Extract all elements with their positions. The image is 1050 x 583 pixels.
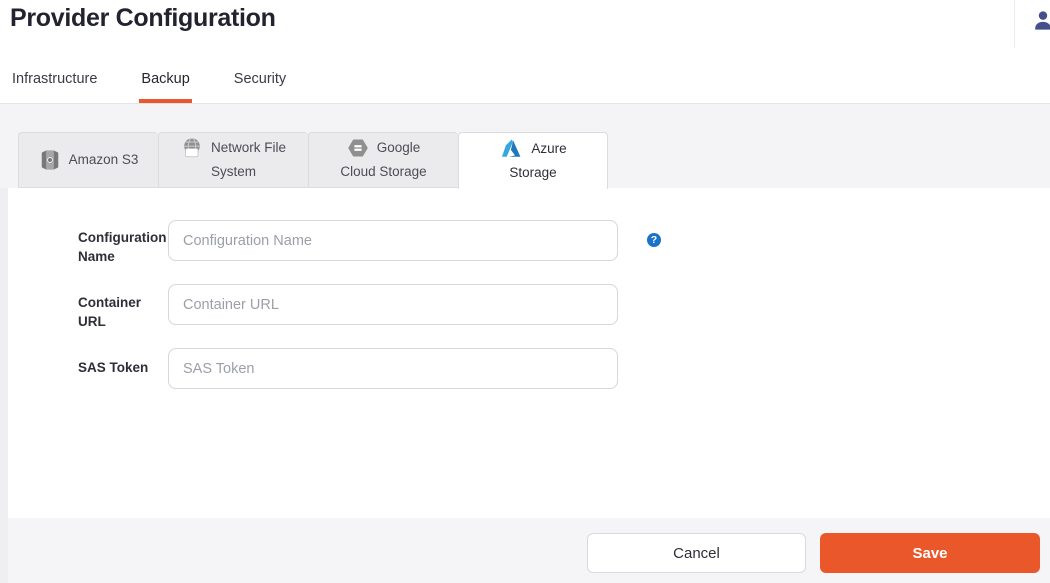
page-title: Provider Configuration (10, 4, 276, 33)
help-icon[interactable]: ? (647, 233, 661, 247)
tab-network-file-system[interactable]: Network File System (158, 132, 308, 188)
tab-label: Network File (211, 136, 286, 160)
sas-token-label: SAS Token (78, 358, 162, 377)
top-nav-tabs: Infrastructure Backup Security (10, 71, 288, 103)
nav-tab-backup[interactable]: Backup (139, 71, 191, 103)
container-url-input[interactable] (168, 284, 618, 325)
tab-label: Google (377, 136, 421, 160)
container-url-label: Container URL (78, 293, 162, 331)
cancel-button[interactable]: Cancel (587, 533, 806, 573)
configuration-name-input[interactable] (168, 220, 618, 261)
provider-tabs: Amazon S3 Network File System (18, 132, 608, 189)
network-file-system-icon (181, 137, 203, 159)
user-account-icon[interactable] (1032, 9, 1050, 31)
nav-tab-security[interactable]: Security (232, 71, 288, 103)
tab-label: Amazon S3 (69, 148, 139, 172)
provider-configuration-page: Provider Configuration Infrastructure Ba… (0, 0, 1050, 583)
tab-label: Azure (531, 137, 566, 161)
nav-tab-infrastructure[interactable]: Infrastructure (10, 71, 99, 103)
header-divider (1014, 0, 1015, 48)
tab-google-cloud-storage[interactable]: Google Cloud Storage (308, 132, 458, 188)
save-button[interactable]: Save (820, 533, 1040, 573)
page-left-gutter (0, 188, 8, 583)
sas-token-input[interactable] (168, 348, 618, 389)
amazon-s3-icon (39, 149, 61, 171)
tab-label: Storage (459, 161, 607, 185)
tab-label: Cloud Storage (309, 160, 458, 184)
tab-amazon-s3[interactable]: Amazon S3 (18, 132, 158, 188)
tab-azure-storage[interactable]: Azure Storage (458, 132, 608, 189)
azure-storage-icon (499, 138, 523, 160)
tab-label: System (159, 160, 308, 184)
google-cloud-storage-icon (347, 137, 369, 159)
configuration-name-label: Configuration Name (78, 228, 162, 266)
